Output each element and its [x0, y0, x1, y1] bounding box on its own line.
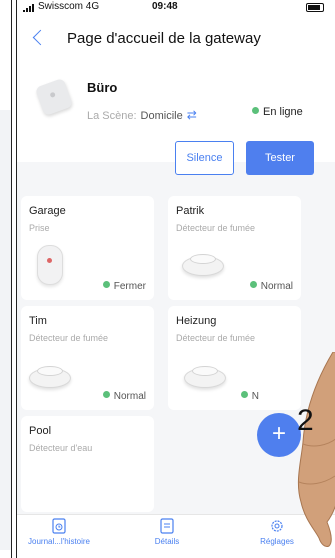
sensor-name: Tim [29, 315, 47, 327]
sensor-type: Détecteur de fumée [29, 333, 109, 343]
status-dot-icon [102, 391, 110, 398]
phone-frame-divider [11, 0, 12, 558]
status-dot-icon [240, 391, 248, 398]
swap-arrows-icon[interactable]: ⇄ [187, 108, 197, 122]
sensor-status: Normal [249, 281, 293, 292]
gateway-device-icon [34, 77, 74, 117]
gateway-header: Page d'accueil de la gateway Büro La Scè… [17, 14, 335, 175]
test-button[interactable]: Tester [246, 141, 314, 175]
status-bar: Swisscom 4G 09:48 [17, 0, 335, 14]
tab-label: Détails [154, 537, 180, 546]
details-icon [160, 518, 174, 534]
clock: 09:48 [152, 1, 178, 12]
network-type: 4G [85, 1, 100, 12]
scene-selector[interactable]: La Scène: Domicile ⇄ [87, 108, 197, 122]
scene-label: La Scène: [87, 110, 137, 122]
carrier-name: Swisscom [38, 1, 84, 12]
sensor-status: Normal [102, 391, 146, 402]
sensor-card-tim[interactable]: Tim Détecteur de fumée Normal [21, 306, 154, 410]
sensor-type: Détecteur d'eau [29, 443, 93, 453]
pointing-finger-overlay [297, 352, 335, 547]
smart-plug-icon [37, 245, 63, 285]
page-title: Page d'accueil de la gateway [67, 30, 261, 47]
tab-history-log[interactable]: Journal...l'histoire [17, 518, 109, 546]
online-dot-icon [252, 107, 259, 114]
sensor-name: Garage [29, 205, 66, 217]
battery-icon [306, 3, 324, 12]
sensor-type: Détecteur de fumée [176, 333, 256, 343]
previous-screen-edge [0, 0, 16, 558]
sensor-status: N [240, 391, 259, 402]
sensor-name: Pool [29, 425, 52, 437]
back-chevron-icon[interactable] [32, 29, 49, 46]
sensor-status: Fermer [102, 281, 146, 292]
sensor-name: Patrik [176, 205, 205, 217]
sensor-card-garage[interactable]: Garage Prise Fermer [21, 196, 154, 300]
smoke-detector-icon [182, 362, 226, 388]
sensor-status-label: Normal [113, 391, 146, 402]
sensor-status-label: Normal [260, 281, 293, 292]
tab-label: Journal...l'histoire [28, 537, 90, 546]
previous-screen-panel [0, 110, 11, 550]
sensor-status-label: N [251, 391, 259, 402]
tab-details[interactable]: Détails [117, 518, 217, 546]
connection-status-label: En ligne [263, 106, 303, 118]
status-dot-icon [102, 281, 110, 288]
sensor-type: Prise [29, 223, 50, 233]
sensor-card-patrik[interactable]: Patrik Détecteur de fumée Normal [168, 196, 301, 300]
scene-value: Domicile [140, 110, 183, 122]
silence-button[interactable]: Silence [175, 141, 234, 175]
carrier-info: Swisscom 4G [23, 1, 99, 12]
step-number-annotation: 2 [297, 404, 314, 437]
sensor-type: Détecteur de fumée [176, 223, 256, 233]
phone-screen: Swisscom 4G 09:48 Page d'accueil de la g… [16, 0, 335, 558]
device-name: Büro [87, 80, 118, 95]
sensor-card-pool[interactable]: Pool Détecteur d'eau [21, 416, 154, 512]
sensor-name: Heizung [176, 315, 217, 327]
signal-icon [23, 1, 35, 12]
connection-status: En ligne [252, 106, 303, 118]
history-log-icon [52, 518, 66, 534]
status-dot-icon [249, 281, 257, 288]
smoke-detector-icon [180, 250, 224, 276]
smoke-detector-icon [27, 362, 71, 388]
sensor-status-label: Fermer [113, 281, 146, 292]
